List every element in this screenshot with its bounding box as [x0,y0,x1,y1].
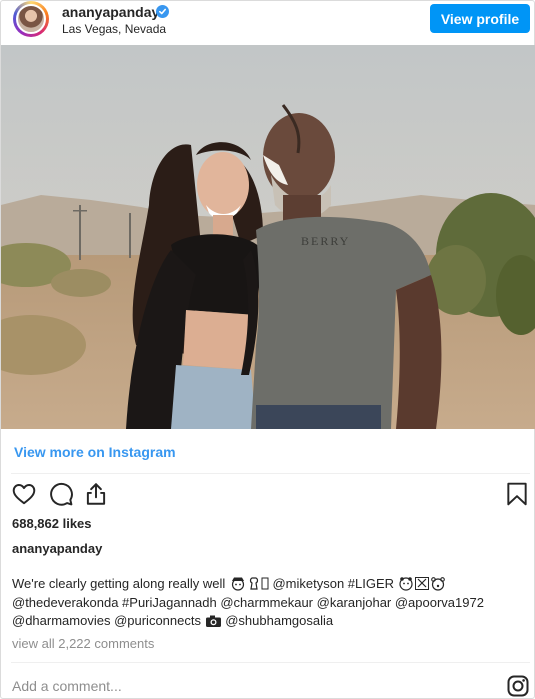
instagram-logo-icon[interactable] [506,674,530,698]
add-comment-input[interactable]: Add a comment... [12,678,122,694]
tiger-face-emoji-icon [399,577,413,591]
likes-count[interactable]: 688,862 likes [12,516,92,531]
caption-line2[interactable]: @thedeverakonda #PuriJagannadh @charmmek… [12,594,527,613]
man-with-hat-emoji-icon [231,577,244,591]
svg-text:BERRY: BERRY [301,234,350,248]
username-link[interactable]: ananyapanday [62,4,159,20]
bookmark-icon[interactable] [504,481,530,507]
missing-glyph-icon [261,577,269,590]
crossed-swords-emoji-icon [414,577,429,590]
avatar[interactable] [13,1,49,37]
caption-line: We're clearly getting along really well … [12,575,527,594]
caption-mentions-3[interactable]: @dharmamovies @puriconnects [12,613,201,628]
post-header: ananyapanday Las Vegas, Nevada View prof… [1,1,535,45]
avatar-image [16,4,46,34]
heart-icon[interactable] [11,481,37,507]
camera-emoji-icon [205,615,221,627]
comment-bubble-icon[interactable] [48,481,74,507]
view-more-on-instagram-link[interactable]: View more on Instagram [14,444,176,460]
verified-badge-icon [156,5,169,18]
post-photo[interactable]: BERRY [1,45,535,429]
view-profile-button[interactable]: View profile [430,4,530,33]
caption-text: We're clearly getting along really well [12,576,226,591]
divider [11,473,530,474]
chess-piece-emoji-icon [249,577,258,590]
action-bar [1,479,535,511]
post-caption: We're clearly getting along really well … [12,575,527,631]
instagram-embed: ananyapanday Las Vegas, Nevada View prof… [0,0,535,699]
caption-username[interactable]: ananyapanday [12,541,102,556]
divider [11,662,530,663]
caption-mention-last[interactable]: @shubhamgosalia [225,613,333,628]
view-all-comments-link[interactable]: view all 2,222 comments [12,636,154,651]
caption-mentions[interactable]: @miketyson #LIGER [272,576,394,591]
post-photo-image: BERRY [1,45,535,429]
caption-line3: @dharmamovies @puriconnects @shubhamgosa… [12,612,527,631]
location-link[interactable]: Las Vegas, Nevada [62,22,166,36]
bear-face-emoji-icon [430,577,445,591]
share-icon[interactable] [83,481,109,507]
